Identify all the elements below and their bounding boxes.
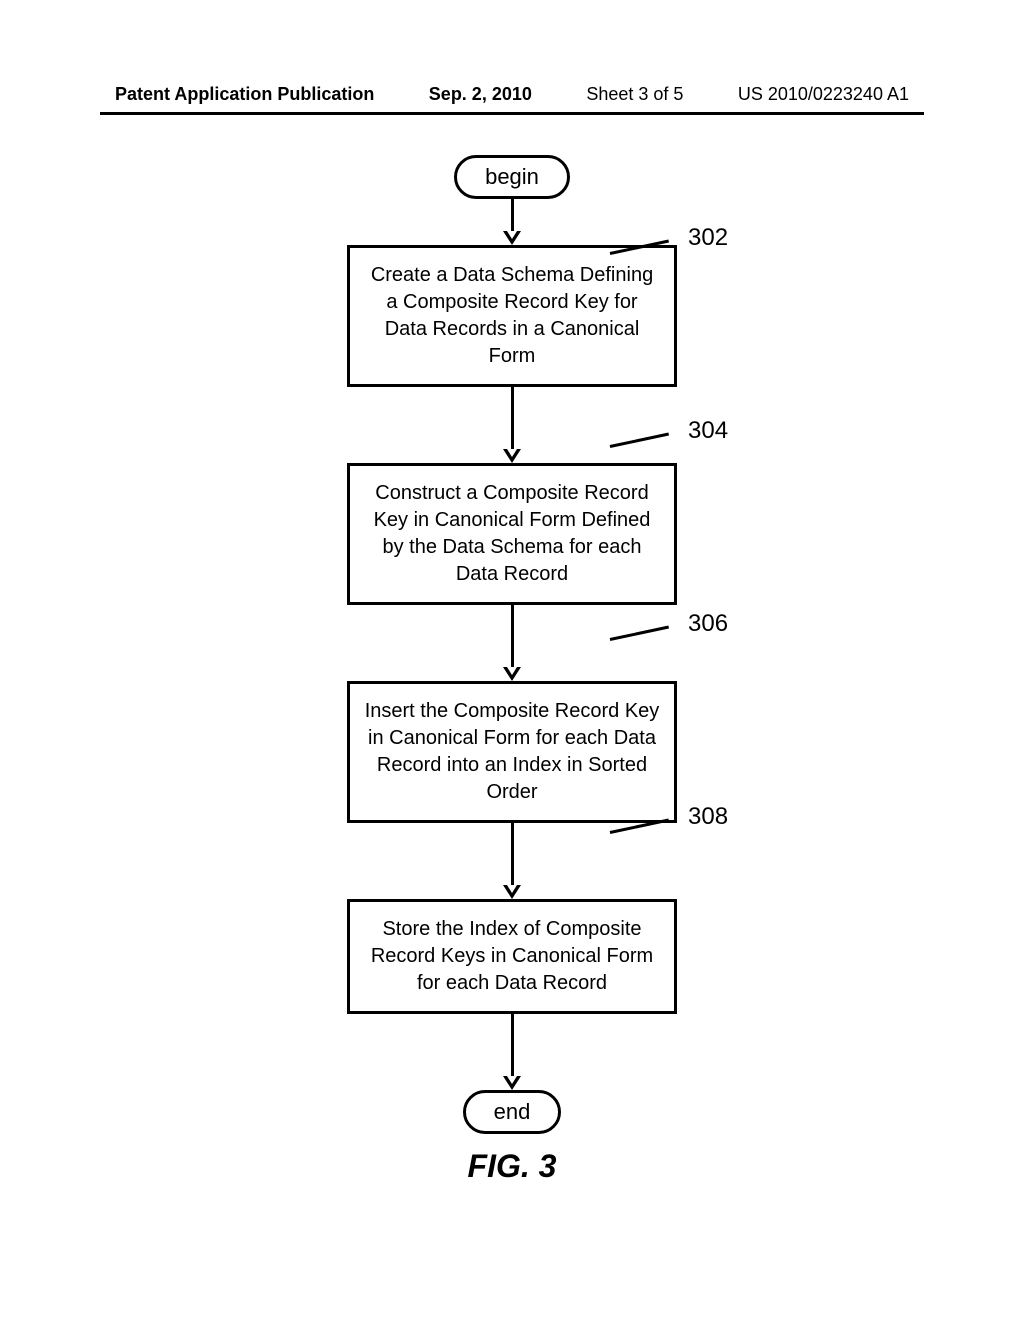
arrow-icon: [503, 1014, 521, 1090]
process-step: Store the Index of Composite Record Keys…: [347, 899, 677, 1014]
header-date: Sep. 2, 2010: [429, 84, 532, 105]
arrow-icon: [503, 605, 521, 681]
header-sheet: Sheet 3 of 5: [586, 84, 683, 105]
process-step-text: Store the Index of Composite Record Keys…: [371, 918, 653, 994]
ref-number: 308: [688, 803, 728, 831]
ref-number: 302: [688, 224, 728, 252]
arrow-icon: [503, 823, 521, 899]
header-pubno: US 2010/0223240 A1: [738, 84, 909, 105]
process-step: Create a Data Schema Defining a Composit…: [347, 245, 677, 387]
header-publication: Patent Application Publication: [115, 84, 374, 105]
flowchart: begin Create a Data Schema Defining a Co…: [232, 155, 792, 1134]
terminator-end-label: end: [494, 1099, 531, 1124]
page-header: Patent Application Publication Sep. 2, 2…: [0, 84, 1024, 105]
terminator-begin-label: begin: [485, 164, 539, 189]
arrow-icon: [503, 199, 521, 245]
terminator-end: end: [463, 1090, 562, 1134]
terminator-begin: begin: [454, 155, 570, 199]
figure-label: FIG. 3: [468, 1148, 557, 1185]
process-step-text: Construct a Composite Record Key in Cano…: [374, 482, 651, 585]
process-step-text: Insert the Composite Record Key in Canon…: [365, 700, 660, 803]
ref-number: 304: [688, 417, 728, 445]
arrow-icon: [503, 387, 521, 463]
process-step: Construct a Composite Record Key in Cano…: [347, 463, 677, 605]
process-step: Insert the Composite Record Key in Canon…: [347, 681, 677, 823]
ref-number: 306: [688, 610, 728, 638]
process-step-text: Create a Data Schema Defining a Composit…: [371, 264, 653, 367]
header-rule: [100, 112, 924, 115]
